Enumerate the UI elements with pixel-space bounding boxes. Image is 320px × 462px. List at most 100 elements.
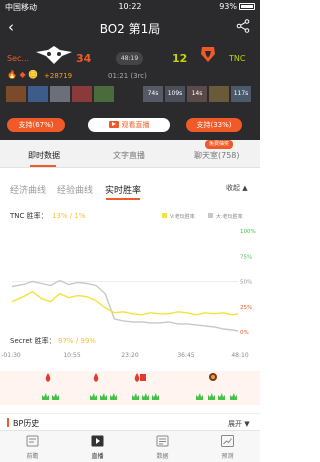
watch-live-button[interactable]: 观看直播 <box>88 118 170 132</box>
hero-portrait <box>72 86 92 102</box>
respawn-timer: 74s <box>147 90 159 97</box>
nav-label: 数据 <box>156 453 169 460</box>
x-tick-label: 23:20 <box>121 352 138 359</box>
kill-marker[interactable] <box>93 373 99 382</box>
prediction-chart-icon <box>221 435 234 447</box>
hero-portrait <box>209 86 229 102</box>
bp-history-title: BP历史 <box>13 419 40 428</box>
legend-label-a: V:老玩胜率 <box>170 213 195 220</box>
tab-text-live[interactable]: 文字直播 <box>113 150 145 161</box>
nav-prediction[interactable]: 预测 <box>195 431 260 462</box>
legend-swatch-b <box>208 213 213 218</box>
free-draw-badge: 免费抽奖 <box>205 140 233 149</box>
team-right-heroes: 74s 109s 14s 117s <box>143 86 251 102</box>
hero-portrait <box>28 86 48 102</box>
x-tick-label: 36:45 <box>177 352 194 359</box>
tower-marker-green <box>110 393 117 400</box>
tower-marker-green <box>132 393 139 400</box>
tab-chat-room[interactable]: 聊天室(758) <box>194 150 240 161</box>
page-title: BO2 第1局 <box>99 22 161 36</box>
y-tick-label: 50% <box>240 280 252 286</box>
support-team-right-button[interactable]: 支持(33%) <box>186 118 242 132</box>
tower-marker-green <box>208 393 215 400</box>
hero-portrait <box>94 86 114 102</box>
y-tick-label: 0% <box>240 330 249 336</box>
collapse-button[interactable]: 收起 ▲ <box>226 183 248 193</box>
live-play-icon <box>91 435 104 447</box>
status-bar: 中国移动 10:22 93% <box>0 0 260 14</box>
team-left-name: Sec... <box>7 54 30 63</box>
hero-portrait: 109s <box>165 86 185 102</box>
expand-button[interactable]: 展开 ▼ <box>228 419 250 429</box>
tower-marker-green <box>152 393 159 400</box>
respawn-timer: 117s <box>233 90 249 97</box>
x-tick-label: -01:30 <box>1 352 21 359</box>
tower-marker-green <box>52 393 59 400</box>
nav-bar: ‹ BO2 第1局 <box>0 15 260 39</box>
tower-marker[interactable] <box>140 374 146 381</box>
tower-markers-green <box>42 393 237 400</box>
bp-history-row[interactable]: BP历史 展开 ▼ <box>0 413 260 429</box>
y-tick-label: 25% <box>240 305 252 311</box>
data-icon <box>156 435 169 447</box>
battery-indicator: 93% <box>219 2 255 11</box>
gold-difference: +28719 <box>44 72 73 80</box>
bottom-nav: 前瞻 直播 数据 预测 <box>0 430 260 462</box>
tnc-win-rate-value: 13% / 1% <box>52 212 86 220</box>
hero-portrait: 117s <box>231 86 251 102</box>
secret-win-rate-label: Secret 胜率： <box>10 336 56 345</box>
subtab-economy-curve[interactable]: 经济曲线 <box>10 183 46 196</box>
kill-marker[interactable] <box>45 373 51 382</box>
tower-marker-green <box>100 393 107 400</box>
hero-portrait: 74s <box>143 86 163 102</box>
play-icon <box>108 121 119 128</box>
y-tick-label: 100% <box>240 229 256 235</box>
subtab-experience-curve[interactable]: 经验曲线 <box>57 183 93 196</box>
active-tab-indicator <box>30 165 56 167</box>
nav-label: 预测 <box>221 453 234 460</box>
kill-marker[interactable] <box>134 373 140 382</box>
x-tick-label: 10:55 <box>63 352 80 359</box>
tab-live-data[interactable]: 即时数据 <box>28 150 60 161</box>
tower-marker-green <box>90 393 97 400</box>
team-left-score: 34 <box>76 52 92 65</box>
roshan-marker[interactable] <box>209 373 217 381</box>
team-tnc-logo <box>201 47 215 62</box>
nav-data[interactable]: 数据 <box>130 431 195 462</box>
hero-portrait <box>50 86 70 102</box>
team-right-score: 12 <box>172 52 188 65</box>
watch-live-label: 观看直播 <box>121 121 150 129</box>
tower-marker-green <box>142 393 149 400</box>
preview-icon <box>26 435 39 447</box>
hero-portrait: 14s <box>187 86 207 102</box>
match-time-pill: 48:19 <box>116 52 143 65</box>
team-left-heroes <box>6 86 114 102</box>
battery-icon <box>239 3 255 10</box>
tower-marker-green <box>42 393 49 400</box>
team-right-name: TNC <box>229 54 246 63</box>
tower-marker-green <box>218 393 225 400</box>
support-team-left-button[interactable]: 支持(67%) <box>7 118 65 132</box>
respawn-timer: 14s <box>191 90 203 97</box>
battery-percent: 93% <box>219 2 237 11</box>
match-header: 中国移动 10:22 93% ‹ BO2 第1局 Sec... 34 48:19… <box>0 0 260 140</box>
tower-marker-green <box>230 393 237 400</box>
legend-swatch-a <box>162 213 167 218</box>
secret-win-rate-value: 87% / 99% <box>58 337 96 345</box>
section-accent-bar <box>7 418 9 427</box>
event-timeline <box>0 371 260 405</box>
x-tick-label: 48:10 <box>231 352 248 359</box>
y-tick-label: 75% <box>240 254 252 260</box>
active-subtab-indicator <box>106 198 140 200</box>
game-time-label: 01:21 (3rc) <box>108 72 147 80</box>
series-line-b <box>11 279 239 332</box>
subtab-win-rate[interactable]: 实时胜率 <box>105 183 141 196</box>
nav-label: 直播 <box>91 453 104 460</box>
share-icon[interactable] <box>236 19 250 33</box>
nav-preview[interactable]: 前瞻 <box>0 431 65 462</box>
objective-icons: 🔥 ◆ 🪙 <box>7 70 39 79</box>
legend-label-b: 大:老玩胜率 <box>216 213 243 220</box>
nav-label: 前瞻 <box>26 453 39 460</box>
team-secret-logo <box>36 46 72 64</box>
nav-live[interactable]: 直播 <box>65 431 130 462</box>
